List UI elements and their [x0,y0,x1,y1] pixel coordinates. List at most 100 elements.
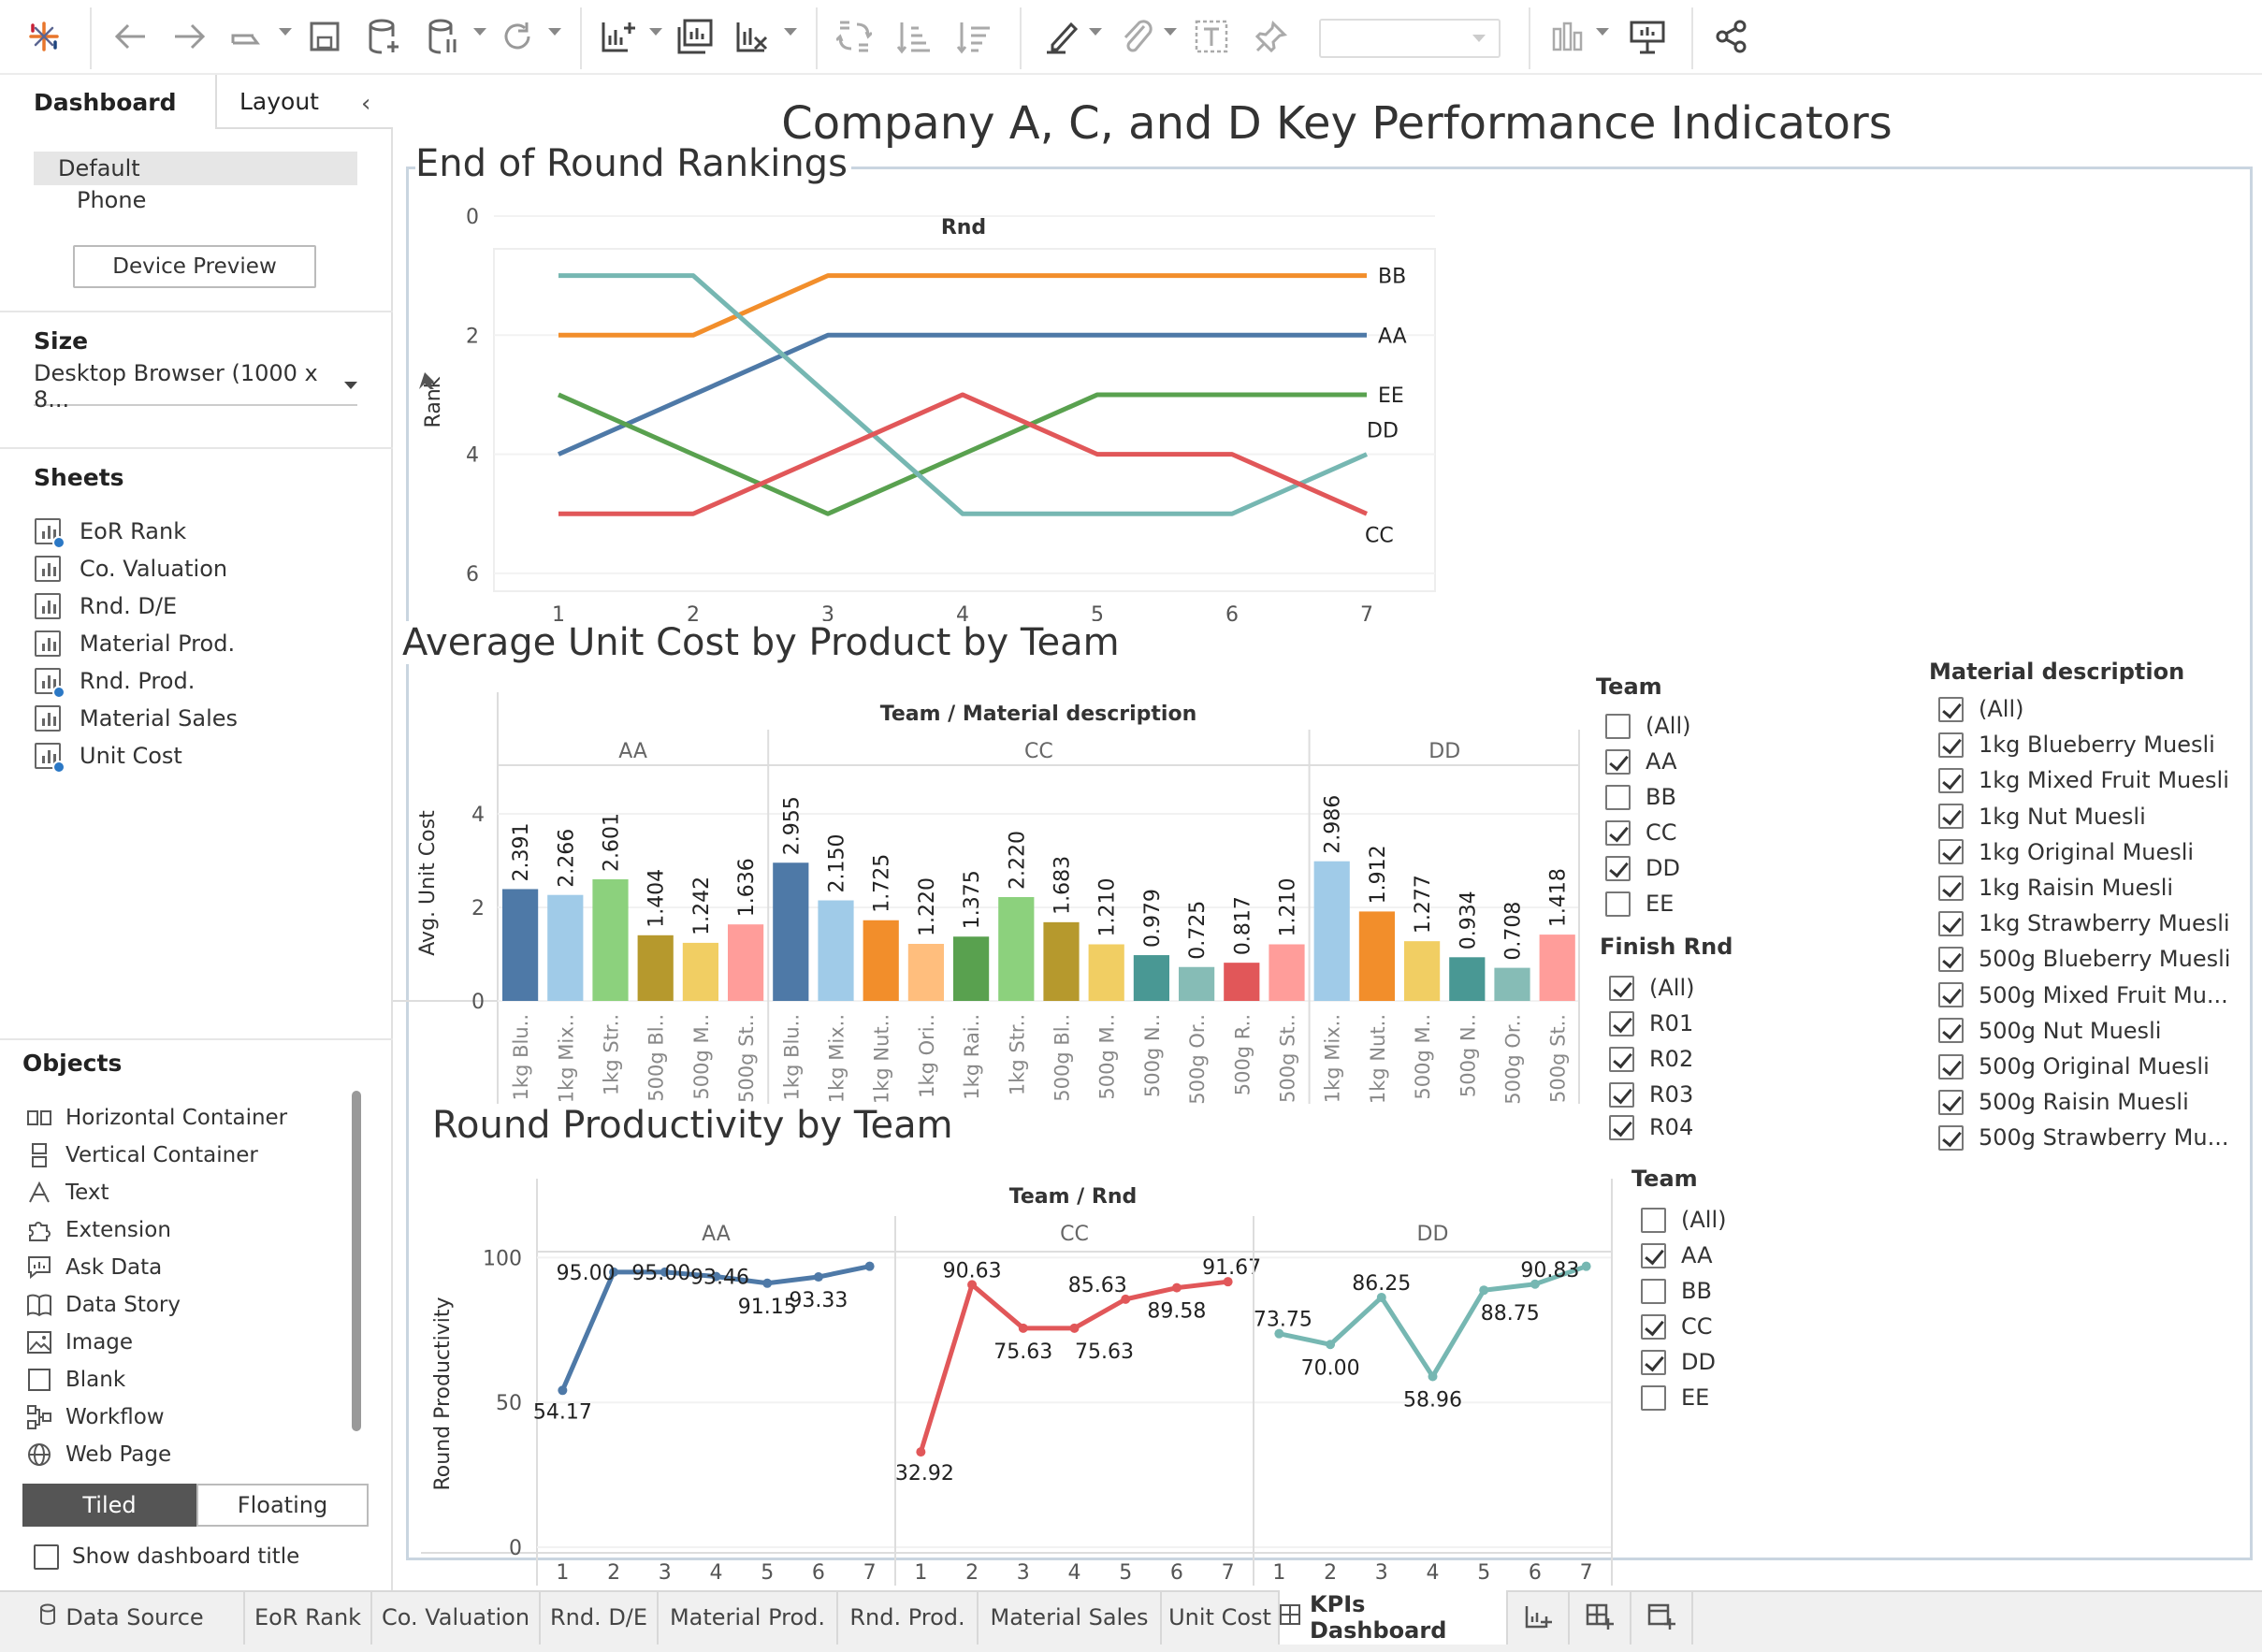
filter-checkbox-item[interactable]: (All) [1609,971,1694,1005]
filter-checkbox-item[interactable]: R02 [1609,1042,1693,1076]
show-dashboard-title-checkbox[interactable]: Show dashboard title [34,1540,299,1573]
filter-checkbox-item[interactable]: EE [1641,1381,1709,1414]
filter-checkbox-item[interactable]: R04 [1609,1113,1693,1141]
filter-checkbox-item[interactable]: 500g Mixed Fruit Mu... [1938,978,2228,1012]
new-worksheet-icon[interactable] [595,13,642,60]
filter-checkbox-item[interactable]: 1kg Nut Muesli [1938,800,2146,833]
refresh-icon[interactable] [494,13,541,60]
object-extension[interactable]: Extension [26,1212,171,1248]
duplicate-sheet-icon[interactable] [672,13,718,60]
pause-dropdown-icon[interactable] [473,28,486,36]
tab-dashboard[interactable]: Dashboard [0,75,215,129]
tab-co-valuation[interactable]: Co. Valuation [372,1590,541,1645]
pause-auto-updates-icon[interactable] [421,13,468,60]
new-worksheet-dropdown-icon[interactable] [649,28,662,36]
filter-checkbox-item[interactable]: 500g Raisin Muesli [1938,1085,2189,1119]
tiled-button[interactable]: Tiled [22,1484,196,1527]
filter-checkbox-item[interactable]: 1kg Original Muesli [1938,835,2194,869]
object-blank[interactable]: Blank [26,1362,125,1398]
highlight-dropdown-icon[interactable] [1089,28,1102,36]
filter-checkbox-item[interactable]: 500g Original Muesli [1938,1050,2210,1083]
filter-checkbox-item[interactable]: BB [1641,1274,1712,1308]
object-data-story[interactable]: Data Story [26,1287,181,1323]
new-data-source-icon[interactable] [361,13,408,60]
tab-rnd-de[interactable]: Rnd. D/E [541,1590,659,1645]
filter-checkbox-item[interactable]: R03 [1609,1078,1693,1111]
filter-checkbox-item[interactable]: CC [1605,816,1677,849]
sheet-item-eor-rank[interactable]: EoR Rank [35,514,186,549]
highlight-icon[interactable] [1038,13,1085,60]
new-worksheet-tab-icon[interactable] [1508,1590,1570,1645]
filter-checkbox-item[interactable]: (All) [1641,1203,1726,1237]
fit-dropdown[interactable] [1319,19,1501,58]
sort-descending-icon[interactable] [950,13,997,60]
redo-icon[interactable] [225,13,271,60]
tab-data-source[interactable]: Data Source [0,1590,245,1645]
filter-checkbox-item[interactable]: R01 [1609,1007,1693,1040]
fix-axes-pin-icon[interactable] [1248,13,1295,60]
filter-checkbox-item[interactable]: 1kg Blueberry Muesli [1938,728,2215,761]
object-workflow[interactable]: Workflow [26,1399,165,1435]
object-web-page[interactable]: Web Page [26,1437,171,1472]
object-text[interactable]: Text [26,1175,109,1210]
forward-arrow-icon[interactable] [167,13,213,60]
tab-material-prod[interactable]: Material Prod. [659,1590,838,1645]
clear-sheet-icon[interactable] [730,13,776,60]
filter-checkbox-item[interactable]: BB [1605,780,1676,814]
sheet-item-material-prod[interactable]: Material Prod. [35,627,235,660]
filter-checkbox-item[interactable]: (All) [1938,692,2023,726]
rank-chart[interactable]: RndRank02461 2 3 4 5 6 7BBAAEEDDCC [412,206,1459,636]
redo-dropdown-icon[interactable] [279,28,292,36]
device-default[interactable]: Default [34,152,357,185]
tab-rnd-prod[interactable]: Rnd. Prod. [838,1590,979,1645]
cost-chart[interactable]: Team / Material description Avg. Unit Cos… [393,683,1590,1113]
tab-unit-cost[interactable]: Unit Cost [1162,1590,1280,1645]
object-ask-data[interactable]: Ask Data [26,1250,162,1285]
back-arrow-icon[interactable] [107,13,153,60]
filter-checkbox-item[interactable]: 1kg Strawberry Muesli [1938,906,2230,940]
collapse-panel-icon[interactable]: ‹ [361,90,370,118]
object-horizontal-container[interactable]: Horizontal Container [26,1100,287,1136]
objects-scrollbar[interactable] [352,1091,361,1431]
sort-ascending-icon[interactable] [891,13,937,60]
clear-sheet-dropdown-icon[interactable] [784,28,797,36]
share-icon[interactable] [1708,13,1755,60]
new-story-tab-icon[interactable] [1631,1590,1693,1645]
sheet-item-rnd-prod[interactable]: Rnd. Prod. [35,664,195,699]
filter-checkbox-item[interactable]: 1kg Mixed Fruit Muesli [1938,763,2229,797]
show-me-icon[interactable] [1547,13,1594,60]
tab-eor-rank[interactable]: EoR Rank [245,1590,372,1645]
show-me-dropdown-icon[interactable] [1596,28,1609,36]
filter-checkbox-item[interactable]: AA [1641,1239,1713,1272]
device-phone[interactable]: Phone [77,187,146,213]
group-members-icon[interactable] [1113,13,1160,60]
save-icon[interactable] [301,13,348,60]
filter-checkbox-item[interactable]: EE [1605,887,1674,920]
new-dashboard-tab-icon[interactable] [1570,1590,1631,1645]
sheet-item-co-valuation[interactable]: Co. Valuation [35,552,227,586]
show-labels-icon[interactable] [1188,13,1235,60]
sheet-item-rnd-de[interactable]: Rnd. D/E [35,589,177,623]
filter-checkbox-item[interactable]: 500g Strawberry Mu... [1938,1121,2228,1154]
size-select[interactable]: Desktop Browser (1000 x 8... [34,360,357,413]
filter-checkbox-item[interactable]: CC [1641,1310,1713,1343]
filter-checkbox-item[interactable]: AA [1605,745,1677,778]
filter-checkbox-item[interactable]: (All) [1605,709,1690,743]
tab-material-sales[interactable]: Material Sales [979,1590,1162,1645]
filter-checkbox-item[interactable]: 1kg Raisin Muesli [1938,871,2173,905]
filter-checkbox-item[interactable]: DD [1641,1345,1716,1379]
filter-checkbox-item[interactable]: 500g Nut Muesli [1938,1014,2161,1048]
device-preview-button[interactable]: Device Preview [73,245,316,288]
group-dropdown-icon[interactable] [1164,28,1177,36]
sheet-item-unit-cost[interactable]: Unit Cost [35,739,182,774]
object-image[interactable]: Image [26,1325,133,1360]
swap-rows-columns-icon[interactable] [831,13,877,60]
sheet-item-material-sales[interactable]: Material Sales [35,702,238,735]
productivity-chart[interactable]: Team / Rnd Round Productivity 0 50 100 AA 54.1… [412,1169,1618,1590]
presentation-mode-icon[interactable] [1624,13,1671,60]
floating-button[interactable]: Floating [196,1484,369,1527]
filter-checkbox-item[interactable]: 500g Blueberry Muesli [1938,942,2230,976]
tableau-logo-icon[interactable] [21,13,67,60]
filter-checkbox-item[interactable]: DD [1605,851,1680,885]
refresh-dropdown-icon[interactable] [548,28,561,36]
